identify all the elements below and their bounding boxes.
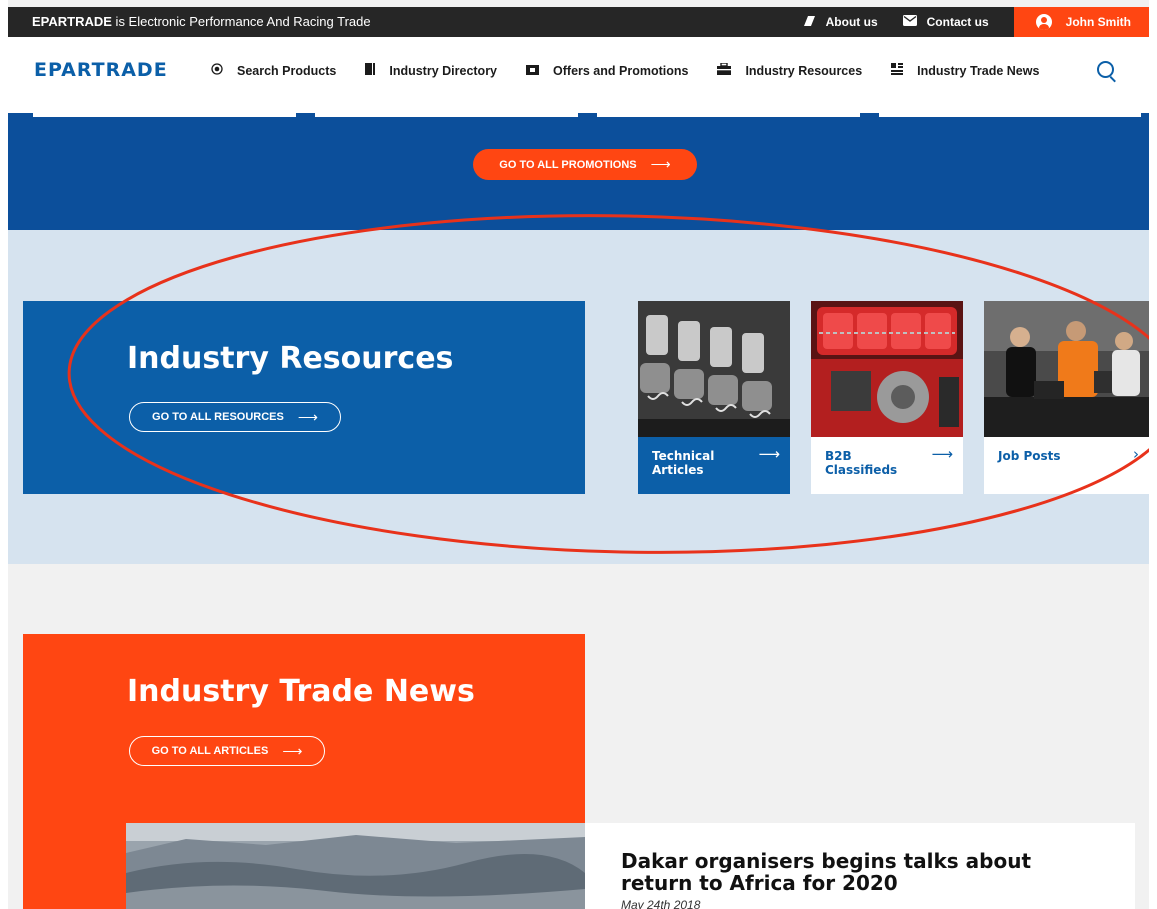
go-to-all-promotions-label: GO TO ALL PROMOTIONS <box>499 158 637 171</box>
industry-trade-news-title: Industry Trade News <box>127 674 475 709</box>
b2b-classifieds-footer: B2B Classifieds ⟶ <box>811 437 963 494</box>
book-icon <box>365 63 376 78</box>
article-title[interactable]: Dakar organisers begins talks about retu… <box>621 850 1081 894</box>
tab-divider <box>315 113 578 117</box>
arrow-right-icon: ⟶ <box>297 408 318 425</box>
industry-resources-block: Industry Resources GO TO ALL RESOURCES ⟶ <box>23 301 585 494</box>
user-name: John Smith <box>1065 15 1131 29</box>
page: EPARTRADE is Electronic Performance And … <box>8 0 1149 909</box>
technical-articles-footer: Technical Articles ⟶ <box>638 437 790 494</box>
arrow-right-icon: ⟶ <box>650 156 671 172</box>
nav-industry-resources-label: Industry Resources <box>745 63 863 78</box>
search-icon[interactable] <box>1097 61 1114 78</box>
engine-valvetrain-image <box>638 301 790 437</box>
news-article-card[interactable]: Dakar organisers begins talks about retu… <box>585 823 1135 909</box>
nav-industry-resources[interactable]: Industry Resources <box>717 62 863 78</box>
industry-resources-title: Industry Resources <box>127 341 454 376</box>
go-to-all-articles-button[interactable]: GO TO ALL ARTICLES ⟶ <box>129 736 325 766</box>
go-to-all-articles-label: GO TO ALL ARTICLES <box>151 745 269 757</box>
newspaper-icon <box>891 63 904 78</box>
tab-divider <box>597 113 860 117</box>
tab-divider <box>879 113 1141 117</box>
nav-industry-trade-news[interactable]: Industry Trade News <box>891 63 1039 78</box>
technical-articles-label: Technical Articles <box>652 449 715 477</box>
industry-resources-section: Industry Resources GO TO ALL RESOURCES ⟶ <box>8 230 1149 564</box>
nav-industry-trade-news-label: Industry Trade News <box>917 63 1040 78</box>
target-icon <box>211 63 223 78</box>
about-us-label: About us <box>825 15 878 29</box>
nav-search-products-label: Search Products <box>237 63 337 78</box>
flag-icon <box>802 15 816 30</box>
contact-us-link[interactable]: Contact us <box>902 15 989 29</box>
mechanics-team-image <box>984 301 1149 437</box>
toolbox-icon <box>717 62 732 78</box>
top-utility-bar: EPARTRADE is Electronic Performance And … <box>8 7 1149 37</box>
tab-divider <box>33 113 296 117</box>
site-logo[interactable]: EPARTRADE <box>34 59 168 81</box>
nav-industry-directory[interactable]: Industry Directory <box>365 63 497 78</box>
b2b-classifieds-label: B2B Classifieds <box>825 449 898 477</box>
contact-us-label: Contact us <box>926 15 989 29</box>
ticket-icon <box>526 64 540 78</box>
arrow-right-icon: ⟶ <box>758 445 780 463</box>
go-to-all-resources-label: GO TO ALL RESOURCES <box>152 411 284 423</box>
site-tagline: EPARTRADE is Electronic Performance And … <box>32 14 371 29</box>
user-avatar-icon <box>1035 14 1052 30</box>
nav-offers-promotions[interactable]: Offers and Promotions <box>526 64 688 78</box>
envelope-icon <box>902 15 917 29</box>
go-to-all-promotions-button[interactable]: GO TO ALL PROMOTIONS ⟶ <box>473 149 697 180</box>
desert-dunes-image <box>126 823 585 909</box>
article-date: May 24th 2018 <box>621 898 701 909</box>
arrow-right-icon: ⟶ <box>282 742 303 759</box>
job-posts-card[interactable]: Job Posts › <box>984 301 1149 494</box>
technical-articles-card[interactable]: Technical Articles ⟶ <box>638 301 790 494</box>
tagline-text: is Electronic Performance And Racing Tra… <box>111 14 371 29</box>
user-menu[interactable]: John Smith <box>1013 7 1149 37</box>
arrow-right-icon: ⟶ <box>931 445 953 463</box>
nav-offers-promotions-label: Offers and Promotions <box>553 63 689 78</box>
b2b-classifieds-card[interactable]: B2B Classifieds ⟶ <box>811 301 963 494</box>
race-engine-image <box>811 301 963 437</box>
go-to-all-resources-button[interactable]: GO TO ALL RESOURCES ⟶ <box>129 402 341 432</box>
promotions-section: GO TO ALL PROMOTIONS ⟶ <box>8 113 1149 230</box>
nav-industry-directory-label: Industry Directory <box>389 63 498 78</box>
job-posts-label: Job Posts <box>998 449 1061 463</box>
job-posts-footer: Job Posts › <box>984 437 1149 494</box>
chevron-right-icon: › <box>1133 445 1139 463</box>
about-us-link[interactable]: About us <box>802 15 878 30</box>
tagline-brand: EPARTRADE <box>32 14 112 29</box>
nav-search-products[interactable]: Search Products <box>211 63 336 78</box>
main-navigation: EPARTRADE Search Products Industry Direc… <box>8 37 1149 113</box>
